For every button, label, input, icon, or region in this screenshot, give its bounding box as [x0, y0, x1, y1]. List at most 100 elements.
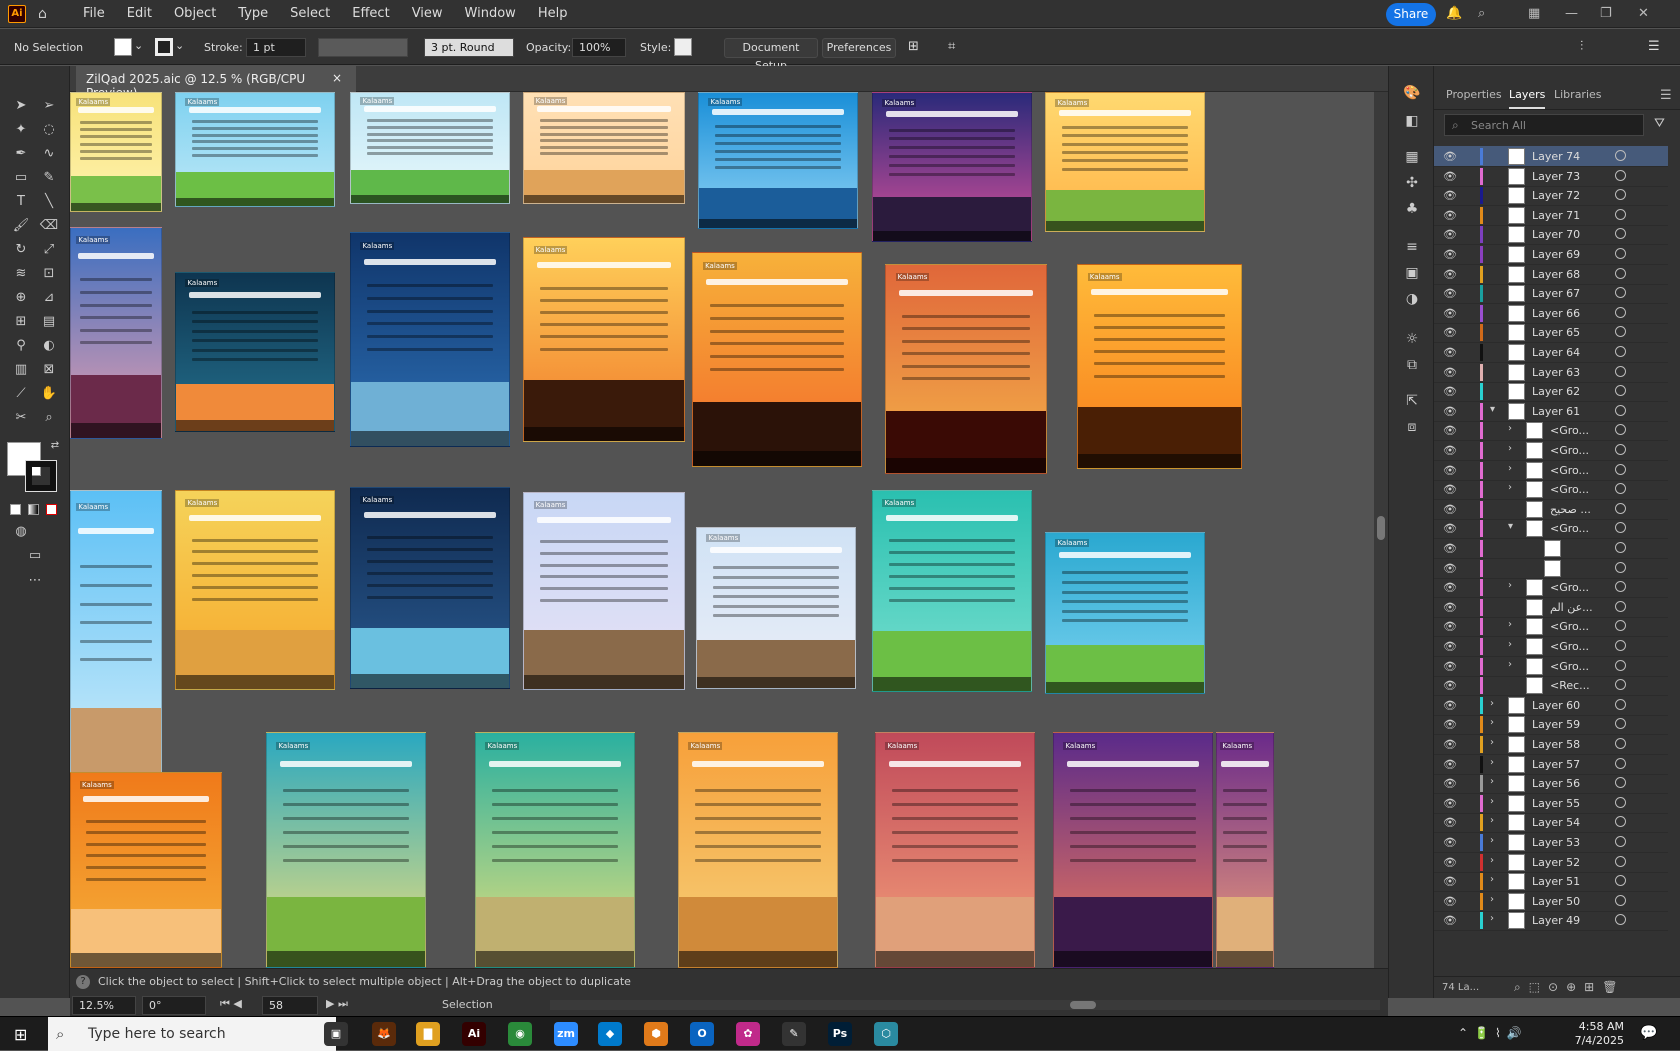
- layer-row[interactable]: 👁 › Layer 49: [1434, 910, 1668, 932]
- chevron-down-icon[interactable]: ⌄: [134, 39, 143, 52]
- blend-tool-icon[interactable]: ◐: [38, 336, 60, 356]
- expand-icon[interactable]: ›: [1508, 443, 1512, 454]
- eye-icon[interactable]: 👁: [1443, 405, 1457, 418]
- layer-name[interactable]: Layer 74: [1532, 150, 1580, 163]
- layer-row[interactable]: 👁 Layer 66: [1434, 303, 1668, 324]
- layer-row[interactable]: 👁 عن الم...: [1434, 597, 1668, 618]
- export-panel-icon[interactable]: ⇱: [1401, 390, 1423, 412]
- taskbar-app-icon[interactable]: ✎: [782, 1022, 806, 1046]
- properties-panel-icon[interactable]: ◧: [1401, 110, 1423, 132]
- layer-row[interactable]: 👁 › Layer 59: [1434, 714, 1668, 736]
- layer-name[interactable]: Layer 51: [1532, 875, 1580, 888]
- eye-icon[interactable]: 👁: [1443, 424, 1457, 437]
- expand-icon[interactable]: ›: [1490, 835, 1494, 846]
- target-icon[interactable]: [1615, 385, 1626, 397]
- layer-name[interactable]: Layer 65: [1532, 326, 1580, 339]
- layer-name[interactable]: Layer 72: [1532, 189, 1580, 202]
- layer-name[interactable]: Layer 49: [1532, 914, 1580, 927]
- opacity-field[interactable]: 100%: [572, 38, 626, 57]
- target-icon[interactable]: [1615, 287, 1626, 299]
- eye-icon[interactable]: 👁: [1443, 307, 1457, 320]
- close-tab-icon[interactable]: ×: [332, 71, 342, 85]
- expand-icon[interactable]: ›: [1490, 855, 1494, 866]
- eye-icon[interactable]: 👁: [1443, 875, 1457, 888]
- artboard[interactable]: Kalaams: [523, 92, 685, 204]
- eye-icon[interactable]: 👁: [1443, 660, 1457, 673]
- warp-tool-icon[interactable]: ≋: [10, 264, 32, 284]
- horizontal-scrollbar[interactable]: [550, 1000, 1380, 1010]
- target-icon[interactable]: [1615, 561, 1626, 573]
- artboard[interactable]: Kalaams: [1053, 732, 1213, 968]
- shape-builder-tool-icon[interactable]: ⊕: [10, 288, 32, 308]
- expand-icon[interactable]: ›: [1490, 796, 1494, 807]
- taskbar-app-icon[interactable]: Ai: [462, 1022, 486, 1046]
- eye-icon[interactable]: 👁: [1443, 209, 1457, 222]
- layer-name[interactable]: Layer 70: [1532, 228, 1580, 241]
- zoom-tool-icon[interactable]: ⌕: [38, 408, 60, 428]
- layer-name[interactable]: <Gro...: [1550, 483, 1589, 496]
- artboard-number-field[interactable]: 58: [262, 996, 318, 1015]
- eye-icon[interactable]: 👁: [1443, 483, 1457, 496]
- target-icon[interactable]: [1615, 424, 1626, 436]
- artboard[interactable]: Kalaams: [872, 92, 1032, 242]
- artboard[interactable]: Kalaams: [175, 92, 335, 207]
- expand-icon[interactable]: ›: [1508, 659, 1512, 670]
- layer-row[interactable]: 👁 › <Gro...: [1434, 616, 1668, 638]
- layer-name[interactable]: <Gro...: [1550, 444, 1589, 457]
- artboard-tool-icon[interactable]: ⊠: [38, 360, 60, 380]
- restore-icon[interactable]: ❐: [1600, 6, 1612, 21]
- layer-name[interactable]: Layer 71: [1532, 209, 1580, 222]
- taskbar-search-input[interactable]: Type here to search: [48, 1017, 336, 1051]
- gradient-mode-icon[interactable]: [28, 504, 39, 515]
- more-tools-icon[interactable]: ⋯: [24, 571, 46, 591]
- appearance-panel-icon[interactable]: ☼: [1401, 328, 1423, 350]
- layer-name[interactable]: Layer 55: [1532, 797, 1580, 810]
- layer-row[interactable]: 👁 › <Gro...: [1434, 420, 1668, 442]
- taskbar-app-icon[interactable]: 🦊: [372, 1022, 396, 1046]
- target-icon[interactable]: [1615, 836, 1626, 847]
- taskbar-app-icon[interactable]: zm: [554, 1022, 578, 1046]
- type-tool-icon[interactable]: T: [10, 192, 32, 212]
- target-icon[interactable]: [1615, 757, 1626, 769]
- eyedropper-tool-icon[interactable]: ⚲: [10, 336, 32, 356]
- target-icon[interactable]: [1615, 620, 1626, 632]
- artboard[interactable]: Kalaams: [350, 92, 510, 204]
- layer-name[interactable]: Layer 53: [1532, 836, 1580, 849]
- search-icon[interactable]: ⌕: [1478, 6, 1485, 21]
- layer-name[interactable]: Layer 67: [1532, 287, 1580, 300]
- artboards-panel-icon[interactable]: ⧈: [1401, 416, 1423, 438]
- panel-menu-icon[interactable]: ☰: [1660, 88, 1672, 103]
- notification-icon[interactable]: 💬: [1640, 1025, 1657, 1041]
- curvature-tool-icon[interactable]: ∿: [38, 144, 60, 164]
- artboard[interactable]: Kalaams: [1216, 732, 1274, 968]
- menu-effect[interactable]: Effect: [341, 6, 400, 21]
- target-icon[interactable]: [1615, 522, 1626, 534]
- eye-icon[interactable]: 👁: [1443, 718, 1457, 731]
- layer-row[interactable]: 👁 › Layer 58: [1434, 734, 1668, 755]
- document-tab[interactable]: ZilQad 2025.aic @ 12.5 % (RGB/CPU Previe…: [76, 66, 356, 100]
- artboard[interactable]: Kalaams: [350, 487, 510, 689]
- taskbar-app-icon[interactable]: ⬡: [874, 1022, 898, 1046]
- target-icon[interactable]: [1615, 796, 1626, 808]
- expand-icon[interactable]: ›: [1508, 619, 1512, 630]
- taskbar-app-icon[interactable]: Ps: [828, 1022, 852, 1046]
- layer-name[interactable]: Layer 61: [1532, 405, 1580, 418]
- layer-name[interactable]: <Gro...: [1550, 424, 1589, 437]
- menu-type[interactable]: Type: [227, 6, 279, 21]
- layer-row[interactable]: 👁 › Layer 52: [1434, 852, 1668, 873]
- taskbar-app-icon[interactable]: ▇: [416, 1022, 440, 1046]
- target-icon[interactable]: [1615, 150, 1626, 161]
- taskbar-app-icon[interactable]: ◉: [508, 1022, 532, 1046]
- eye-icon[interactable]: 👁: [1443, 836, 1457, 849]
- lasso-tool-icon[interactable]: ◌: [38, 120, 60, 140]
- brushes-panel-icon[interactable]: ✣: [1401, 172, 1423, 194]
- layer-name[interactable]: <Gro...: [1550, 464, 1589, 477]
- eye-icon[interactable]: 👁: [1443, 581, 1457, 594]
- eye-icon[interactable]: 👁: [1443, 542, 1457, 555]
- menu-object[interactable]: Object: [163, 6, 227, 21]
- color-mode-icon[interactable]: [10, 504, 21, 515]
- layer-row[interactable]: 👁 Layer 73: [1434, 166, 1668, 187]
- target-icon[interactable]: [1615, 404, 1626, 416]
- eye-icon[interactable]: 👁: [1443, 777, 1457, 790]
- layer-name[interactable]: Layer 60: [1532, 699, 1580, 712]
